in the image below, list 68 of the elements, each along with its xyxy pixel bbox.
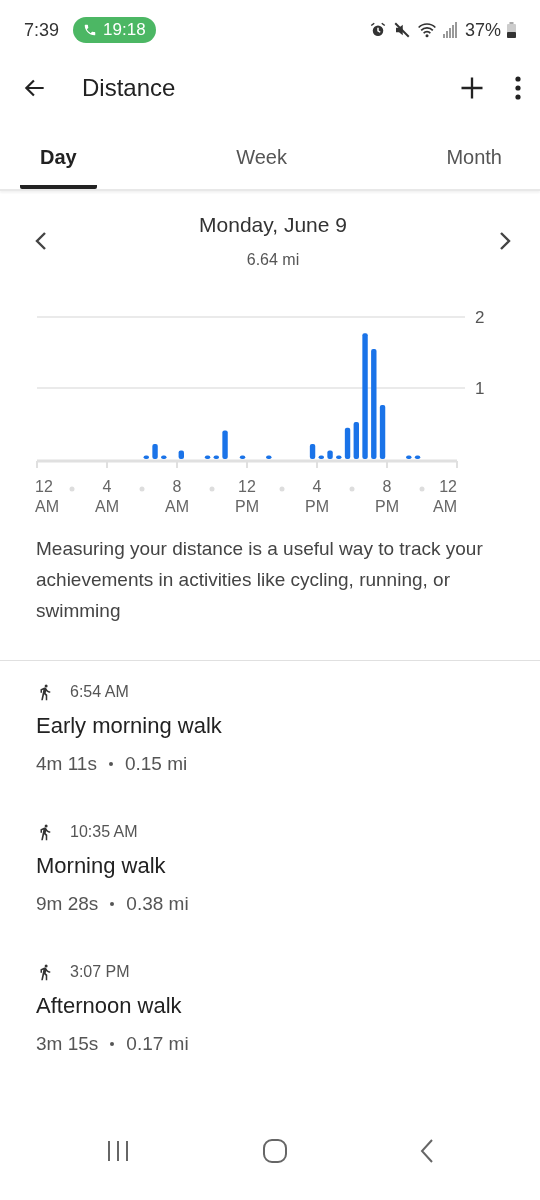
activity-duration: 4m 11s <box>36 753 97 775</box>
back-icon <box>418 1138 435 1164</box>
activity-title[interactable]: Afternoon walk <box>36 993 540 1019</box>
chart-bar <box>222 430 228 459</box>
chart-bar <box>239 455 246 459</box>
y-tick-label: 1 <box>475 379 485 398</box>
x-tick-label: 12 AM <box>432 477 457 517</box>
x-tick-label: 4 AM <box>94 477 120 517</box>
tick-dot <box>69 486 75 492</box>
date-label: Monday, June 9 <box>198 213 348 237</box>
activity-time: 3:07 PM <box>70 963 130 981</box>
chart-bar <box>161 455 167 459</box>
tick-dot <box>279 486 285 492</box>
activity-distance: 0.38 mi <box>126 893 189 915</box>
mute-icon <box>392 21 411 39</box>
activity-duration: 9m 28s <box>36 893 99 915</box>
activity-distance: 0.17 mi <box>126 1033 189 1055</box>
x-tick-label: 12 PM <box>234 477 260 517</box>
chart-bar <box>406 455 412 459</box>
chart-bar <box>266 455 272 459</box>
separator-dot <box>110 902 115 906</box>
tab[interactable]: Week <box>216 140 307 189</box>
chart-bar <box>379 405 386 459</box>
description-text: Measuring your distance is a useful way to track your achievements in activities like cycling, running, or swimming <box>36 537 484 623</box>
separator-dot <box>108 762 113 766</box>
x-tick-label: 8 PM <box>374 477 400 517</box>
chart-bar <box>414 455 421 459</box>
battery-percent: 37% <box>464 19 501 41</box>
phone-icon <box>83 23 98 37</box>
chevron-left-icon <box>34 231 48 251</box>
chevron-right-icon <box>498 231 512 251</box>
x-tick-label: 4 PM <box>304 477 330 517</box>
status-time: 7:39 <box>24 19 60 41</box>
chart-bar <box>143 455 149 459</box>
chart-bar <box>318 455 324 459</box>
x-tick-label: 8 AM <box>164 477 190 517</box>
chart-bar <box>344 427 351 459</box>
screen-title: Distance <box>82 74 177 102</box>
y-tick-label: 2 <box>475 308 485 327</box>
daily-total: 6.64 mi <box>245 251 301 269</box>
chart-bar <box>204 455 211 459</box>
activity-time: 10:35 AM <box>70 823 138 841</box>
activity-distance: 0.15 mi <box>124 753 188 775</box>
activity-title[interactable]: Early morning walk <box>36 713 540 739</box>
more-icon <box>514 74 522 102</box>
chart-bar <box>152 444 158 459</box>
home-icon <box>262 1138 288 1164</box>
chart-bar <box>178 450 184 459</box>
alarm-icon <box>368 21 387 39</box>
signal-icon <box>442 22 457 38</box>
wifi-icon <box>416 21 437 39</box>
activity-title[interactable]: Morning walk <box>36 853 540 879</box>
tick-dot <box>139 486 145 492</box>
activity-time: 6:54 AM <box>70 683 129 701</box>
chart-bar <box>336 455 342 459</box>
tick-dot <box>349 486 355 492</box>
chart-bar <box>213 455 219 459</box>
tab[interactable]: Day <box>20 140 97 189</box>
tick-dot <box>209 486 215 492</box>
chart-bar <box>327 450 333 459</box>
activity-duration: 3m 15s <box>36 1033 99 1055</box>
chart-bar <box>309 444 316 459</box>
x-tick-label: 12 AM <box>35 477 60 517</box>
separator-dot <box>110 1042 115 1046</box>
tick-dot <box>419 486 425 492</box>
chart-bar <box>353 422 359 459</box>
battery-icon <box>507 22 516 38</box>
tab[interactable]: Month <box>426 140 522 189</box>
